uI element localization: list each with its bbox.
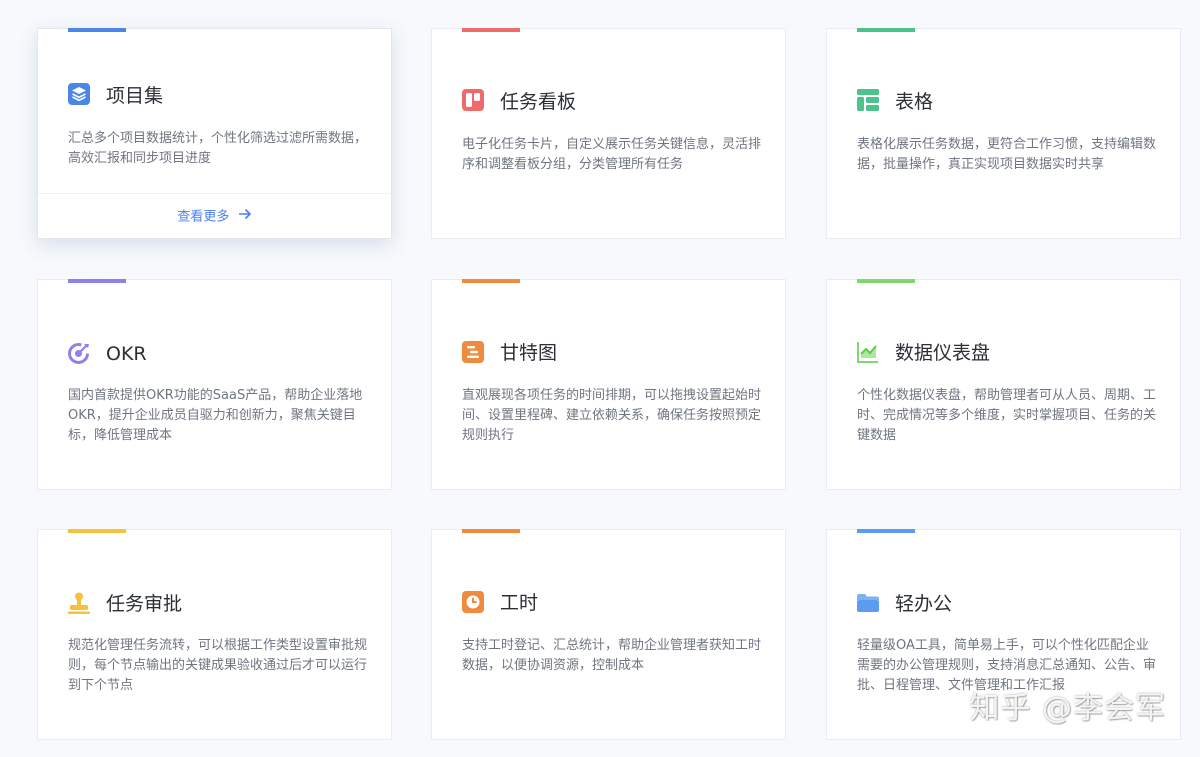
layers-icon xyxy=(68,83,90,105)
card-title: 工时 xyxy=(500,592,539,614)
feature-grid: 项目集 汇总多个项目数据统计，个性化筛选过滤所需数据，高效汇报和同步项目进度 查… xyxy=(0,0,1200,757)
feature-card-task-approval[interactable]: 任务审批 规范化管理任务流转，可以根据工作类型设置审批规则，每个节点输出的关键成… xyxy=(37,529,392,740)
card-title: 轻办公 xyxy=(895,593,953,615)
card-title: 表格 xyxy=(895,91,934,113)
stamp-icon xyxy=(68,592,90,614)
feature-card-project-set[interactable]: 项目集 汇总多个项目数据统计，个性化筛选过滤所需数据，高效汇报和同步项目进度 查… xyxy=(37,28,392,239)
arrow-right-icon xyxy=(238,207,252,227)
card-title: 数据仪表盘 xyxy=(895,342,991,364)
feature-card-work-hours[interactable]: 工时 支持工时登记、汇总统计，帮助企业管理者获知工时数据，以便协调资源，控制成本 xyxy=(431,529,786,740)
feature-card-gantt[interactable]: 甘特图 直观展现各项任务的时间排期，可以拖拽设置起始时间、设置里程碑、建立依赖关… xyxy=(431,279,786,490)
card-accent-bar xyxy=(68,529,126,533)
card-accent-bar xyxy=(68,279,126,283)
card-description: 汇总多个项目数据统计，个性化筛选过滤所需数据，高效汇报和同步项目进度 xyxy=(68,131,368,166)
view-more-link[interactable]: 查看更多 xyxy=(38,207,391,228)
card-description: 国内首款提供OKR功能的SaaS产品，帮助企业落地OKR，提升企业成员自驱力和创… xyxy=(68,388,363,443)
card-description: 电子化任务卡片，自定义展示任务关键信息，灵活排序和调整看板分组，分类管理所有任务 xyxy=(462,137,762,172)
card-title: 甘特图 xyxy=(500,342,558,364)
card-description: 规范化管理任务流转，可以根据工作类型设置审批规则，每个节点输出的关键成果验收通过… xyxy=(68,638,368,693)
card-title: 任务审批 xyxy=(106,593,183,615)
card-title: 任务看板 xyxy=(500,91,577,113)
card-title: OKR xyxy=(106,343,147,365)
folder-icon xyxy=(857,592,879,614)
feature-card-okr[interactable]: OKR 国内首款提供OKR功能的SaaS产品，帮助企业落地OKR，提升企业成员自… xyxy=(37,279,392,490)
card-accent-bar xyxy=(462,28,520,32)
view-more-label: 查看更多 xyxy=(177,209,230,225)
watermark: 知乎 @李会军 xyxy=(969,691,1166,726)
card-description: 表格化展示任务数据，更符合工作习惯，支持编辑数据，批量操作，真正实现项目数据实时… xyxy=(857,137,1157,172)
table-icon xyxy=(857,89,879,111)
card-divider xyxy=(38,193,391,194)
card-accent-bar xyxy=(857,529,915,533)
feature-card-task-board[interactable]: 任务看板 电子化任务卡片，自定义展示任务关键信息，灵活排序和调整看板分组，分类管… xyxy=(431,28,786,239)
card-accent-bar xyxy=(857,279,915,283)
card-description: 支持工时登记、汇总统计，帮助企业管理者获知工时数据，以便协调资源，控制成本 xyxy=(462,638,762,673)
card-title: 项目集 xyxy=(106,85,164,107)
card-accent-bar xyxy=(462,279,520,283)
card-accent-bar xyxy=(68,28,126,32)
feature-card-table[interactable]: 表格 表格化展示任务数据，更符合工作习惯，支持编辑数据，批量操作，真正实现项目数… xyxy=(826,28,1181,239)
card-accent-bar xyxy=(462,529,520,533)
clock-icon xyxy=(462,591,484,613)
target-icon xyxy=(68,342,90,364)
card-description: 直观展现各项任务的时间排期，可以拖拽设置起始时间、设置里程碑、建立依赖关系，确保… xyxy=(462,388,762,443)
feature-card-dashboard[interactable]: 数据仪表盘 个性化数据仪表盘，帮助管理者可从人员、周期、工时、完成情况等多个维度… xyxy=(826,279,1181,490)
card-description: 个性化数据仪表盘，帮助管理者可从人员、周期、工时、完成情况等多个维度，实时掌握项… xyxy=(857,388,1157,443)
kanban-icon xyxy=(462,89,484,111)
gantt-icon xyxy=(462,341,484,363)
chart-icon xyxy=(857,341,879,363)
card-accent-bar xyxy=(857,28,915,32)
